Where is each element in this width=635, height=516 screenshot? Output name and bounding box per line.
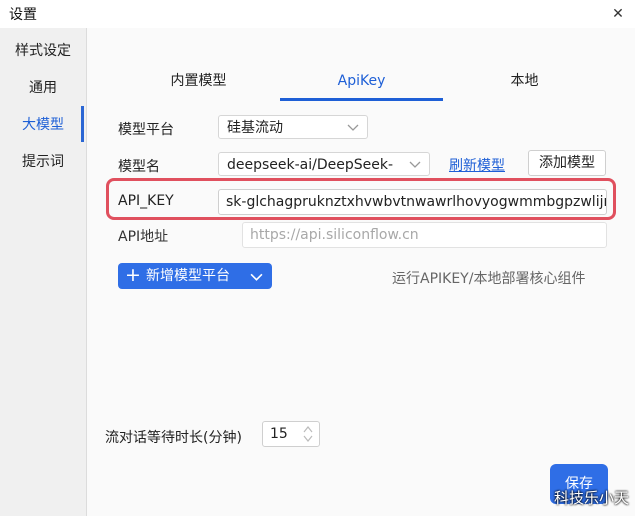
api-url-input[interactable]: https://api.siliconflow.cn [242, 222, 607, 248]
add-platform-button[interactable]: + 新增模型平台 [118, 263, 272, 289]
refresh-models-button[interactable]: 刷新模型 [449, 155, 505, 175]
platform-label: 模型平台 [118, 122, 174, 138]
platform-select-value: 硅基流动 [227, 120, 283, 136]
add-model-button[interactable]: 添加模型 [528, 150, 606, 176]
sidebar: 样式设定 通用 大模型 提示词 [0, 28, 87, 516]
main-content: 内置模型 ApiKey 本地 模型平台 硅基流动 模型名 deepseek-ai… [87, 28, 635, 516]
close-button[interactable]: ✕ [609, 5, 627, 23]
wait-time-value: 15 [270, 426, 288, 442]
title-bar: 设置 ✕ [0, 0, 635, 28]
tab-apikey[interactable]: ApiKey [280, 68, 443, 101]
tab-local[interactable]: 本地 [443, 68, 606, 98]
add-platform-label: 新增模型平台 [146, 268, 230, 284]
chevron-down-icon [409, 161, 421, 168]
stepper-arrows-icon[interactable] [303, 425, 313, 443]
model-select[interactable]: deepseek-ai/DeepSeek- [218, 152, 430, 176]
window-title: 设置 [9, 7, 37, 23]
component-hint-text: 运行APIKEY/本地部署核心组件 [392, 271, 586, 287]
model-label: 模型名 [118, 159, 160, 175]
api-key-label: API_KEY [118, 193, 174, 209]
chevron-down-icon [347, 124, 359, 131]
tab-bar: 内置模型 ApiKey 本地 [117, 68, 607, 101]
wait-time-label: 流对话等待时长(分钟) [105, 430, 242, 446]
api-key-input[interactable]: sk-glchagpruknztxhvwbvtnwawrlhovyogwmmbg… [218, 189, 607, 215]
sidebar-item-style[interactable]: 样式设定 [0, 33, 86, 69]
sidebar-item-general[interactable]: 通用 [0, 70, 86, 106]
platform-select[interactable]: 硅基流动 [218, 115, 368, 139]
model-select-value: deepseek-ai/DeepSeek- [227, 157, 394, 173]
tab-builtin-model[interactable]: 内置模型 [117, 68, 280, 98]
watermark-text: 科技乐小天 [553, 489, 629, 507]
api-url-label: API地址 [118, 229, 169, 245]
sidebar-active-indicator [81, 106, 84, 142]
wait-time-stepper[interactable]: 15 [262, 421, 320, 447]
sidebar-item-llm[interactable]: 大模型 [0, 107, 86, 143]
plus-icon: + [125, 264, 141, 286]
sidebar-item-prompt[interactable]: 提示词 [0, 144, 86, 180]
chevron-down-icon [250, 273, 263, 281]
